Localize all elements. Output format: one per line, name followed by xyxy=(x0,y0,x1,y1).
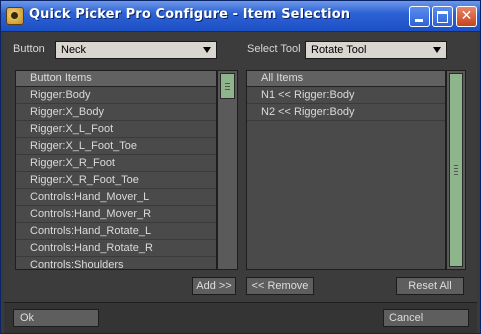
select-tool-dropdown-value: Rotate Tool xyxy=(311,44,367,56)
app-icon xyxy=(6,7,24,25)
list-item[interactable]: N2 << Rigger:Body xyxy=(247,104,445,121)
button-dropdown[interactable]: Neck xyxy=(55,41,217,59)
cancel-button[interactable]: Cancel xyxy=(383,309,469,327)
list-item[interactable]: Controls:Hand_Mover_L xyxy=(16,189,216,206)
maximize-icon xyxy=(437,11,448,23)
minimize-icon xyxy=(415,19,423,22)
list-item[interactable]: Controls:Shoulders xyxy=(16,257,216,269)
button-items-header: Button Items xyxy=(16,71,216,87)
add-button[interactable]: Add >> xyxy=(192,277,236,295)
all-items-header: All Items xyxy=(247,71,445,87)
ok-button[interactable]: Ok xyxy=(13,309,99,327)
dialog-body: Button Neck Select Tool Rotate Tool Butt… xyxy=(4,32,477,333)
right-scroll-thumb[interactable] xyxy=(449,73,463,267)
window-title: Quick Picker Pro Configure - Item Select… xyxy=(29,7,351,22)
right-list-scrollbar[interactable] xyxy=(446,70,466,270)
list-item[interactable]: Rigger:X_Body xyxy=(16,104,216,121)
all-items-list[interactable]: All Items N1 << Rigger:Body N2 << Rigger… xyxy=(246,70,446,270)
button-dropdown-value: Neck xyxy=(61,44,87,56)
bottom-bar: Ok Cancel xyxy=(4,302,477,333)
left-list-scrollbar[interactable] xyxy=(217,70,238,270)
list-item[interactable]: Rigger:X_L_Foot xyxy=(16,121,216,138)
list-item[interactable]: Rigger:Body xyxy=(16,87,216,104)
list-item[interactable]: Rigger:X_R_Foot_Toe xyxy=(16,172,216,189)
dialog-window: Quick Picker Pro Configure - Item Select… xyxy=(0,0,481,334)
maximize-button[interactable] xyxy=(432,6,453,27)
left-scroll-thumb[interactable] xyxy=(220,73,235,99)
list-item[interactable]: Controls:Hand_Rotate_L xyxy=(16,223,216,240)
chevron-down-icon xyxy=(433,47,441,53)
title-bar[interactable]: Quick Picker Pro Configure - Item Select… xyxy=(1,1,480,32)
remove-button[interactable]: << Remove xyxy=(246,277,314,295)
list-item[interactable]: N1 << Rigger:Body xyxy=(247,87,445,104)
list-item[interactable]: Rigger:X_R_Foot xyxy=(16,155,216,172)
list-item[interactable]: Controls:Hand_Mover_R xyxy=(16,206,216,223)
reset-all-button[interactable]: Reset All xyxy=(396,277,464,295)
minimize-button[interactable] xyxy=(409,6,430,27)
close-icon: ✕ xyxy=(460,8,473,24)
select-tool-dropdown[interactable]: Rotate Tool xyxy=(305,41,447,59)
list-item[interactable]: Rigger:X_L_Foot_Toe xyxy=(16,138,216,155)
button-label: Button xyxy=(13,43,45,55)
select-tool-label: Select Tool xyxy=(247,43,301,55)
close-button[interactable]: ✕ xyxy=(456,6,477,27)
button-items-list[interactable]: Button Items Rigger:Body Rigger:X_Body R… xyxy=(15,70,217,270)
list-item[interactable]: Controls:Hand_Rotate_R xyxy=(16,240,216,257)
chevron-down-icon xyxy=(203,47,211,53)
